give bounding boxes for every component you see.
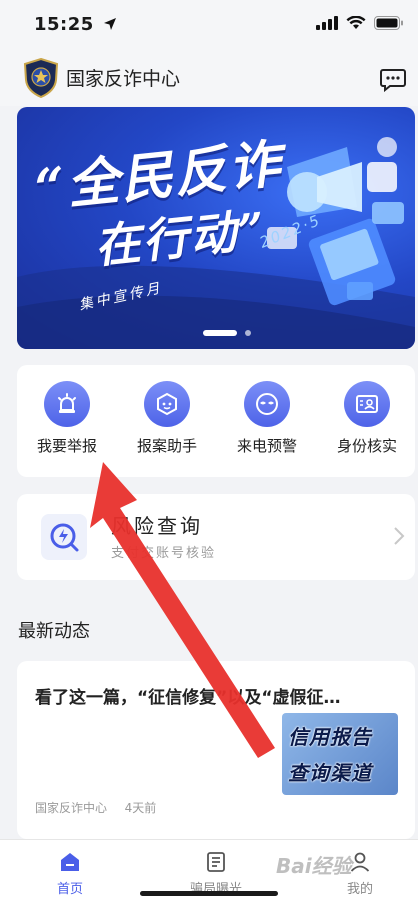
news-thumbnail: 信用报告 查询渠道 [282,713,398,795]
status-icons [316,16,404,30]
quick-action-label: 我要举报 [36,437,97,455]
battery-icon [374,16,403,30]
risk-query-subtitle: 支付交账号核验 [111,546,217,561]
chevron-right-icon [394,527,405,545]
quick-action-call-warning[interactable]: 来电预警 [217,365,317,477]
magnifier-lightning-icon [50,523,79,552]
status-time: 15:25 [34,14,117,35]
wifi-icon [346,16,366,29]
thumbnail-text-line2: 查询渠道 [288,761,372,785]
quick-actions-card: 我要举报 报案助手 来电预警 身份核实 [17,365,415,477]
risk-query-card[interactable]: 风险查询 支付交账号核验 [17,494,415,580]
app-header: 国家反诈中心 [0,54,418,106]
quick-action-label: 来电预警 [236,437,297,455]
news-time: 4天前 [124,801,157,815]
banner-pagination [203,330,251,336]
news-title: 看了这一篇，“征信修复”以及“虚假征… [35,688,341,708]
home-icon [61,853,79,871]
signal-icon [316,16,338,30]
tab-home[interactable]: 首页 [0,840,140,901]
thumbnail-text-line1: 信用报告 [288,725,372,749]
id-card-icon [344,381,390,427]
banner-dot-active[interactable] [203,330,237,336]
exposure-icon [207,852,225,872]
news-source: 国家反诈中心 [35,801,108,815]
quick-action-assistant[interactable]: 报案助手 [117,365,217,477]
quick-action-label: 身份核实 [336,437,397,455]
watermark-text: Bai经验 [276,854,352,878]
status-time-text: 15:25 [34,14,94,35]
promo-banner[interactable]: “全民反诈 在行动” 集中宣传月 2022·5 [17,107,415,349]
quick-action-report[interactable]: 我要举报 [17,365,117,477]
status-bar: 15:25 [0,0,418,54]
news-meta: 国家反诈中心 4天前 [35,799,156,816]
home-indicator [140,891,278,896]
police-badge-logo [23,58,59,98]
news-item[interactable]: 看了这一篇，“征信修复”以及“虚假征… 信用报告 查询渠道 国家反诈中心 4天前 [17,661,415,839]
location-arrow-icon [103,18,116,30]
assistant-icon [144,381,190,427]
tab-label: 我的 [346,882,373,897]
alarm-icon [44,381,90,427]
mask-icon [244,381,290,427]
banner-dot[interactable] [245,330,251,336]
risk-query-title: 风险查询 [111,514,203,538]
quick-action-label: 报案助手 [136,437,197,455]
latest-news-heading: 最新动态 [18,621,90,642]
tab-label: 首页 [56,882,83,897]
app-title: 国家反诈中心 [66,68,181,90]
risk-icon-box [41,514,87,560]
message-icon[interactable] [380,68,406,92]
quick-action-identity[interactable]: 身份核实 [317,365,417,477]
